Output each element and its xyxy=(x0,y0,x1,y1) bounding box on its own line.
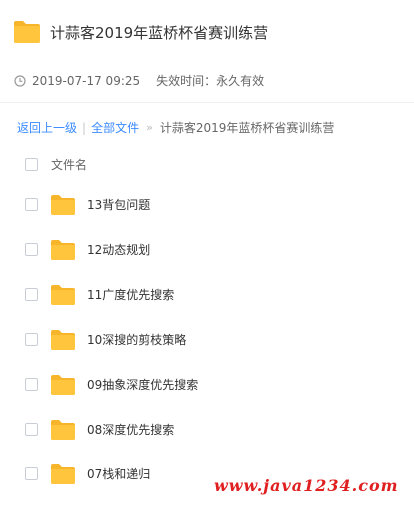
row-checkbox[interactable] xyxy=(25,423,38,436)
breadcrumb-separator: | xyxy=(82,120,87,135)
folder-name[interactable]: 09抽象深度优先搜索 xyxy=(87,376,198,393)
file-row[interactable]: 13背包问题 xyxy=(0,182,414,227)
folder-icon xyxy=(51,374,75,395)
folder-name[interactable]: 11广度优先搜索 xyxy=(87,286,174,303)
folder-icon xyxy=(51,329,75,350)
row-checkbox[interactable] xyxy=(25,198,38,211)
row-checkbox[interactable] xyxy=(25,467,38,480)
select-all-checkbox[interactable] xyxy=(25,157,38,171)
folder-icon xyxy=(14,21,40,43)
share-header: 计蒜客2019年蓝桥杯省赛训练营 xyxy=(0,0,414,70)
divider xyxy=(0,102,414,103)
breadcrumb-current: 计蒜客2019年蓝桥杯省赛训练营 xyxy=(159,121,335,135)
folder-name[interactable]: 10深搜的剪枝策略 xyxy=(87,331,186,348)
row-checkbox[interactable] xyxy=(25,378,38,391)
folder-icon xyxy=(51,194,75,215)
back-link[interactable]: 返回上一级 xyxy=(17,119,77,136)
folder-name[interactable]: 08深度优先搜索 xyxy=(87,421,174,438)
folder-name[interactable]: 13背包问题 xyxy=(87,196,150,213)
breadcrumb: 返回上一级 | 全部文件 » 计蒜客2019年蓝桥杯省赛训练营 xyxy=(17,119,334,136)
column-filename: 文件名 xyxy=(51,157,88,172)
file-list-header: 文件名 xyxy=(0,148,414,180)
row-checkbox[interactable] xyxy=(25,333,38,346)
file-row[interactable]: 08深度优先搜索 xyxy=(0,407,414,452)
folder-icon xyxy=(51,463,75,484)
folder-name[interactable]: 12动态规划 xyxy=(87,241,150,258)
share-meta: 2019-07-17 09:25 失效时间：永久有效 xyxy=(14,72,264,89)
share-date: 2019-07-17 09:25 xyxy=(32,73,141,88)
folder-name[interactable]: 07栈和递归 xyxy=(87,465,150,482)
file-row[interactable]: 11广度优先搜索 xyxy=(0,272,414,317)
page-title: 计蒜客2019年蓝桥杯省赛训练营 xyxy=(50,24,269,42)
folder-icon xyxy=(51,284,75,305)
clock-icon xyxy=(14,74,26,87)
expiry-text: 失效时间：永久有效 xyxy=(156,74,265,88)
file-row[interactable]: 09抽象深度优先搜索 xyxy=(0,362,414,407)
file-row[interactable]: 10深搜的剪枝策略 xyxy=(0,317,414,362)
folder-icon xyxy=(51,239,75,260)
row-checkbox[interactable] xyxy=(25,243,38,256)
breadcrumb-arrow: » xyxy=(146,121,153,134)
folder-icon xyxy=(51,419,75,440)
watermark: www.java1234.com xyxy=(214,476,399,495)
all-files-link[interactable]: 全部文件 xyxy=(91,119,139,136)
row-checkbox[interactable] xyxy=(25,288,38,301)
file-row[interactable]: 12动态规划 xyxy=(0,227,414,272)
